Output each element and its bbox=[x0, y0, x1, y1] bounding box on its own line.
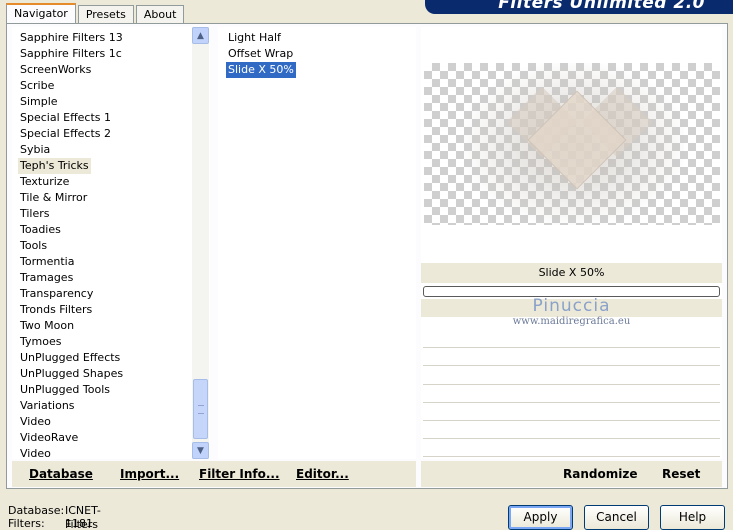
filter-list[interactable]: Light Half Offset Wrap Slide X 50% bbox=[218, 27, 416, 459]
status-filters-value: 1181 bbox=[65, 517, 93, 530]
category-item[interactable]: Simple bbox=[18, 94, 60, 110]
help-button[interactable]: Help bbox=[660, 505, 725, 530]
tab-navigator[interactable]: Navigator bbox=[6, 3, 76, 24]
category-scrollbar[interactable]: ▲ ▼ bbox=[192, 27, 209, 459]
category-item[interactable]: Teph's Tricks bbox=[18, 158, 91, 174]
category-item[interactable]: Tilers bbox=[18, 206, 52, 222]
editor-button[interactable]: Editor... bbox=[296, 467, 349, 481]
category-item[interactable]: Two Moon bbox=[18, 318, 76, 334]
status-database-label: Database: bbox=[8, 504, 65, 517]
category-item[interactable]: Special Effects 1 bbox=[18, 110, 113, 126]
category-item[interactable]: UnPlugged Effects bbox=[18, 350, 122, 366]
category-item[interactable]: Scribe bbox=[18, 78, 56, 94]
category-item[interactable]: Texturize bbox=[18, 174, 71, 190]
tab-presets[interactable]: Presets bbox=[77, 5, 134, 24]
parameter-row[interactable] bbox=[423, 370, 720, 385]
category-item[interactable]: Tools bbox=[18, 238, 49, 254]
category-item[interactable]: UnPlugged Shapes bbox=[18, 366, 125, 382]
category-item[interactable]: Tile & Mirror bbox=[18, 190, 89, 206]
category-item[interactable]: ScreenWorks bbox=[18, 62, 93, 78]
filter-item[interactable]: Light Half bbox=[226, 30, 283, 46]
parameter-row[interactable] bbox=[423, 442, 720, 457]
category-item[interactable]: Sapphire Filters 13 bbox=[18, 30, 125, 46]
cancel-button[interactable]: Cancel bbox=[584, 505, 649, 530]
filter-info-button[interactable]: Filter Info... bbox=[199, 467, 280, 481]
import-button[interactable]: Import... bbox=[120, 467, 179, 481]
tab-about[interactable]: About bbox=[135, 5, 185, 24]
category-item[interactable]: Video bbox=[18, 414, 53, 430]
randomize-button[interactable]: Randomize bbox=[563, 467, 637, 481]
category-item[interactable]: Video bbox=[18, 446, 53, 459]
category-list[interactable]: Sapphire Filters 13 Sapphire Filters 1c Sc… bbox=[12, 27, 210, 459]
scroll-down-button[interactable]: ▼ bbox=[192, 442, 209, 459]
preview-image bbox=[424, 63, 720, 225]
scroll-up-button[interactable]: ▲ bbox=[192, 27, 209, 44]
filter-item[interactable]: Offset Wrap bbox=[226, 46, 295, 62]
category-item[interactable]: Sapphire Filters 1c bbox=[18, 46, 124, 62]
category-item[interactable]: Sybia bbox=[18, 142, 52, 158]
category-item[interactable]: Tronds Filters bbox=[18, 302, 94, 318]
category-item[interactable]: VideoRave bbox=[18, 430, 80, 446]
database-button[interactable]: Database bbox=[29, 467, 93, 481]
status-database: Database: ICNET-Filters bbox=[8, 504, 101, 530]
status-filters: Filters: 1181 bbox=[8, 517, 93, 530]
apply-button[interactable]: Apply bbox=[508, 505, 573, 530]
filters-unlimited-banner: Filters Unlimited 2.0 bbox=[425, 0, 733, 14]
category-item[interactable]: UnPlugged Tools bbox=[18, 382, 112, 398]
parameter-row[interactable] bbox=[423, 406, 720, 421]
chevron-down-icon: ▼ bbox=[197, 445, 204, 456]
category-item[interactable]: Tormentia bbox=[18, 254, 76, 270]
parameter-row[interactable] bbox=[423, 424, 720, 439]
banner-title: Filters Unlimited 2.0 bbox=[498, 0, 705, 13]
category-item[interactable]: Variations bbox=[18, 398, 77, 414]
reset-button[interactable]: Reset bbox=[662, 467, 700, 481]
category-item[interactable]: Transparency bbox=[18, 286, 95, 302]
chevron-up-icon: ▲ bbox=[197, 30, 204, 41]
tab-bar: Navigator Presets About bbox=[6, 2, 186, 24]
watermark-url: www.maidiregrafica.eu bbox=[512, 316, 631, 327]
category-item[interactable]: Tymoes bbox=[18, 334, 63, 350]
watermark-name: Pinuccia bbox=[532, 296, 611, 316]
parameter-row[interactable] bbox=[423, 333, 720, 348]
category-item[interactable]: Tramages bbox=[18, 270, 75, 286]
filter-item[interactable]: Slide X 50% bbox=[225, 61, 297, 79]
parameter-row[interactable] bbox=[423, 351, 720, 366]
category-item[interactable]: Toadies bbox=[18, 222, 63, 238]
preview-toolbar: Randomize Reset bbox=[421, 461, 722, 487]
list-toolbar: Database Import... Filter Info... Editor… bbox=[12, 461, 416, 487]
parameter-row[interactable] bbox=[423, 388, 720, 403]
scrollbar-thumb[interactable] bbox=[193, 379, 208, 439]
status-filters-label: Filters: bbox=[8, 517, 45, 530]
category-item[interactable]: Special Effects 2 bbox=[18, 126, 113, 142]
watermark: Pinuccia www.maidiregrafica.eu bbox=[421, 296, 722, 327]
selected-filter-name: Slide X 50% bbox=[421, 263, 722, 283]
